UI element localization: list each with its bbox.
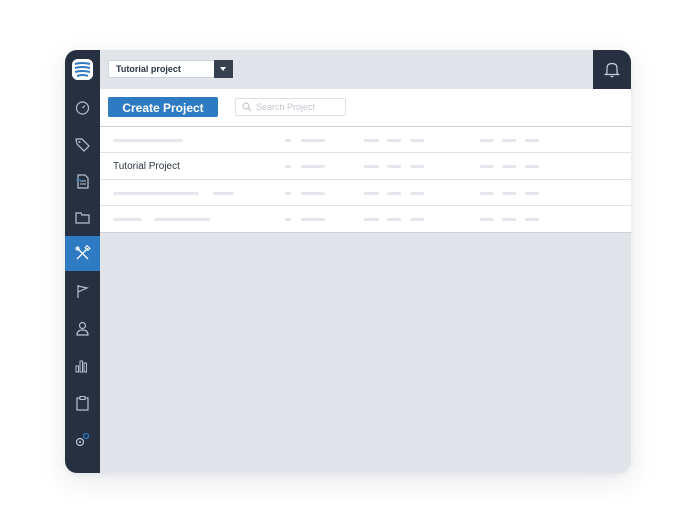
dashboard-gauge-icon	[75, 101, 90, 115]
project-select[interactable]: Tutorial project	[108, 60, 233, 78]
logo-icon	[72, 59, 93, 80]
sidebar-item-clipboard[interactable]	[65, 386, 100, 421]
placeholder-bar	[285, 139, 291, 142]
create-project-button[interactable]: Create Project	[108, 97, 218, 117]
placeholder-bar	[213, 192, 234, 195]
placeholder-bar	[480, 192, 494, 195]
placeholder-bar	[364, 165, 379, 168]
sidebar	[65, 50, 100, 473]
placeholder-bar	[301, 165, 325, 168]
placeholder-bar	[410, 165, 424, 168]
placeholder-bar	[301, 192, 325, 195]
sidebar-item-flags[interactable]	[65, 274, 100, 309]
user-icon	[76, 321, 89, 336]
placeholder-bar	[387, 192, 401, 195]
table-row[interactable]: Tutorial Project	[100, 153, 631, 180]
sidebar-item-tags[interactable]	[65, 127, 100, 162]
placeholder-bar	[364, 218, 379, 221]
flag-icon	[77, 285, 89, 298]
placeholder-bar	[525, 218, 539, 221]
placeholder-bar	[364, 192, 379, 195]
search-box[interactable]	[235, 98, 346, 116]
top-bar: Tutorial project	[100, 50, 631, 89]
sidebar-item-documents[interactable]	[65, 164, 100, 199]
placeholder-bar	[502, 192, 516, 195]
app-logo[interactable]	[72, 59, 93, 80]
search-icon	[242, 102, 252, 112]
clipboard-icon	[76, 396, 89, 411]
projects-table: Tutorial Project	[100, 127, 631, 233]
bar-chart-icon	[75, 360, 87, 373]
placeholder-bar	[502, 165, 516, 168]
placeholder-bar	[113, 139, 183, 142]
app-window: Tutorial project Create Project Search P…	[65, 50, 631, 473]
settings-gears-icon	[75, 432, 90, 447]
placeholder-bar	[285, 192, 291, 195]
table-header-row	[100, 127, 631, 153]
folder-icon	[75, 212, 90, 224]
notifications-button[interactable]	[593, 50, 631, 89]
placeholder-bar	[502, 139, 516, 142]
document-icon	[75, 174, 89, 189]
placeholder-bar	[154, 218, 210, 221]
placeholder-bar	[480, 165, 494, 168]
sidebar-item-dashboard[interactable]	[65, 90, 100, 125]
placeholder-bar	[410, 139, 424, 142]
placeholder-bar	[525, 139, 539, 142]
sidebar-item-tools[interactable]	[65, 236, 100, 271]
placeholder-bar	[480, 139, 494, 142]
toolbar: Create Project	[100, 89, 631, 127]
placeholder-bar	[301, 139, 325, 142]
chevron-down-icon[interactable]	[214, 60, 233, 78]
sidebar-item-settings[interactable]	[65, 422, 100, 457]
placeholder-bar	[364, 139, 379, 142]
sidebar-item-folders[interactable]	[65, 200, 100, 235]
placeholder-bar	[113, 192, 199, 195]
placeholder-bar	[410, 218, 424, 221]
content-area	[100, 233, 631, 473]
sidebar-item-reports[interactable]	[65, 348, 100, 383]
placeholder-bar	[410, 192, 424, 195]
placeholder-bar	[502, 218, 516, 221]
search-input[interactable]	[256, 100, 342, 114]
tools-icon	[75, 245, 91, 260]
table-row	[100, 180, 631, 206]
tag-icon	[75, 138, 90, 152]
placeholder-bar	[480, 218, 494, 221]
placeholder-bar	[525, 165, 539, 168]
project-name-cell[interactable]: Tutorial Project	[113, 161, 180, 172]
table-row	[100, 206, 631, 232]
placeholder-bar	[113, 218, 142, 221]
placeholder-bar	[285, 165, 291, 168]
placeholder-bar	[387, 139, 401, 142]
placeholder-bar	[387, 165, 401, 168]
project-select-value: Tutorial project	[116, 64, 181, 74]
placeholder-bar	[525, 192, 539, 195]
placeholder-bar	[285, 218, 291, 221]
sidebar-item-users[interactable]	[65, 311, 100, 346]
placeholder-bar	[301, 218, 325, 221]
placeholder-bar	[387, 218, 401, 221]
bell-icon	[604, 62, 620, 78]
